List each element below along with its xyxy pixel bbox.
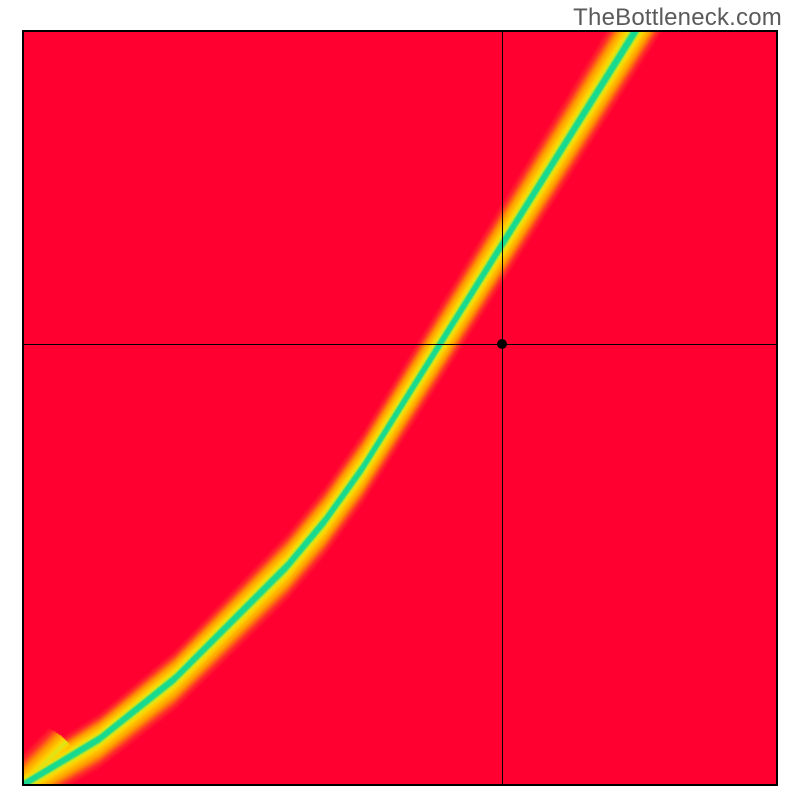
chart-stage: TheBottleneck.com [0,0,800,800]
crosshair-vertical [502,32,503,784]
marker-dot [497,339,507,349]
heatmap-canvas [24,32,776,784]
plot-area [22,30,778,786]
watermark-label: TheBottleneck.com [573,4,782,32]
crosshair-horizontal [24,344,776,345]
